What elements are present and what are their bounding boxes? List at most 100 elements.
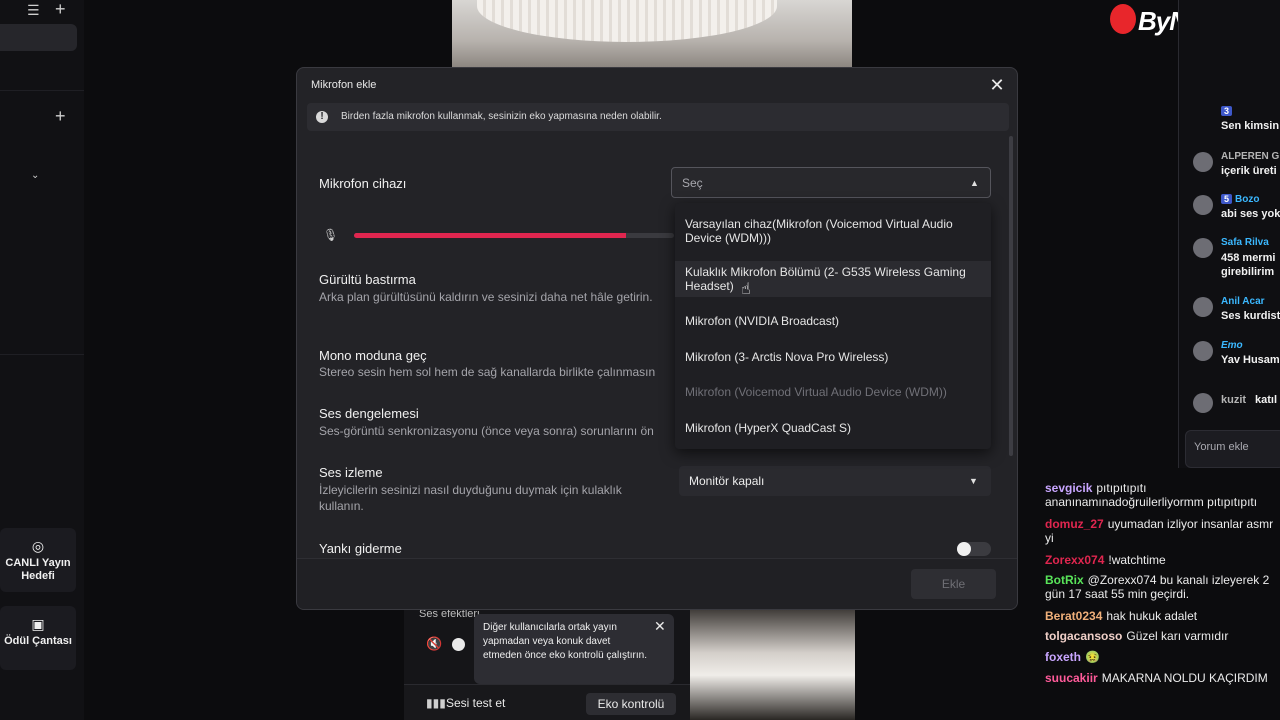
chat-message: suucakiir MAKARNA NOLDU KAÇIRDIM — [1045, 671, 1277, 685]
chat-message: sevgicik pıtıpıtıpıtı ananınamınadoğruile… — [1045, 481, 1277, 509]
device-dropdown: Varsayılan cihaz(Mikrofon (Voicemod Virt… — [675, 203, 991, 449]
chat-username[interactable]: domuz_27 — [1045, 517, 1104, 531]
chat-text: hak hukuk adalet — [1106, 609, 1198, 623]
noise-label: Gürültü bastırma — [319, 272, 416, 287]
warning-notice: ! Birden fazla mikrofon kullanmak, sesin… — [307, 103, 1009, 131]
camera-preview — [452, 0, 852, 68]
rail-panel: + ⌄ — [0, 90, 84, 355]
reward-bag-label: Ödül Çantası — [4, 635, 72, 647]
avatar — [1193, 152, 1213, 172]
chat-username[interactable]: suucakiir — [1045, 671, 1098, 685]
dropdown-option[interactable]: Kulaklık Mikrofon Bölümü (2- G535 Wirele… — [675, 261, 991, 297]
comment-item: Anil Acar Ses kurdist — [1193, 296, 1280, 332]
monitor-select[interactable]: Monitör kapalı ▼ — [679, 466, 991, 496]
chat-username[interactable]: sevgicik — [1045, 481, 1092, 495]
echo-check-button[interactable]: Eko kontrolü — [586, 693, 676, 715]
comment-text: Ses kurdist — [1221, 310, 1280, 322]
avatar — [1193, 297, 1213, 317]
add-icon[interactable]: + — [55, 0, 66, 18]
comment-author: Safa Rilva — [1221, 237, 1269, 248]
comment-item: kuzit katıl — [1193, 392, 1280, 428]
avatar — [1193, 393, 1213, 413]
avatar — [1193, 195, 1213, 215]
rail-selected-item[interactable] — [0, 24, 77, 51]
pointer-cursor-icon: ☝ — [741, 281, 751, 298]
info-icon: ! — [316, 111, 328, 123]
dropdown-option[interactable]: Mikrofon (NVIDIA Broadcast) — [675, 310, 991, 332]
comment-text: katıl — [1255, 394, 1278, 406]
comment-author: 5 Bozo — [1221, 194, 1259, 205]
sound-test-bar: ▮▮▮ Sesi test et Eko kontrolü — [404, 684, 690, 720]
mono-label: Mono moduna geç — [319, 348, 427, 363]
chat-username[interactable]: tolgacansoso — [1045, 629, 1122, 643]
lamp-shade — [477, 0, 777, 42]
chevron-down-icon: ▼ — [969, 476, 978, 486]
chat-emoji: 🤢 — [1085, 650, 1100, 664]
avatar — [1193, 238, 1213, 258]
microphone-icon: 🎙 — [323, 228, 339, 242]
mic-level-fill — [354, 233, 626, 238]
chat-username[interactable]: Zorexx074 — [1045, 553, 1104, 567]
comment-author: ALPEREN GÜ — [1221, 151, 1280, 162]
mono-desc: Stereo sesin hem sol hem de sağ kanallar… — [319, 365, 656, 379]
left-rail: ☰ + + ⌄ ◎ CANLI Yayın Hedefi ▣ Ödül Çant… — [0, 0, 84, 720]
toggle-knob — [957, 542, 971, 556]
dropdown-option[interactable]: Varsayılan cihaz(Mikrofon (Voicemod Virt… — [675, 213, 991, 249]
monitor-desc: İzleyicilerin sesinizi nasıl duyduğunu d… — [319, 483, 622, 513]
balance-label: Ses dengelemesi — [319, 406, 419, 421]
chat-text: Güzel karı varmıdır — [1126, 629, 1229, 643]
list-icon[interactable]: ☰ — [27, 1, 40, 19]
chat-message: tolgacansoso Güzel karı varmıdır — [1045, 629, 1277, 643]
device-select-value: Seç — [682, 176, 703, 190]
comment-text: içerik üreti — [1221, 165, 1277, 177]
comment-author-name: Bozo — [1235, 194, 1260, 205]
chat-panel: sevgicik pıtıpıtıpıtı ananınamınadoğruile… — [1038, 460, 1280, 720]
chat-username[interactable]: BotRix — [1045, 573, 1084, 587]
comment-text: abi ses yok — [1221, 208, 1280, 220]
device-label: Mikrofon cihazı — [319, 176, 407, 191]
chat-message: Berat0234 hak hukuk adalet — [1045, 609, 1277, 623]
comment-item: 5 Bozo abi ses yok — [1193, 194, 1280, 230]
comment-text: Sen kimsin — [1221, 120, 1280, 132]
waveform-icon: ▮▮▮ — [426, 696, 446, 710]
notice-text: Birden fazla mikrofon kullanmak, sesiniz… — [341, 111, 662, 122]
comment-author: kuzit — [1221, 394, 1247, 406]
monitor-select-value: Monitör kapalı — [689, 474, 765, 488]
chat-username[interactable]: Berat0234 — [1045, 609, 1102, 623]
comments-panel: 3 Sen kimsin ALPEREN GÜ içerik üreti 5Bo… — [1178, 0, 1280, 468]
test-sound-button[interactable]: Sesi test et — [446, 696, 505, 710]
comment-item: Emo Yav Husam — [1193, 340, 1280, 376]
reward-bag-button[interactable]: ▣ Ödül Çantası — [0, 606, 76, 670]
chat-message: domuz_27 uyumadan izliyor insanlar asmr y… — [1045, 517, 1277, 545]
avatar — [1193, 341, 1213, 361]
monitor-label: Ses izleme — [319, 465, 383, 480]
echo-toggle[interactable] — [957, 542, 991, 556]
live-goal-button[interactable]: ◎ CANLI Yayın Hedefi — [0, 528, 76, 592]
device-select[interactable]: Seç ▲ — [671, 167, 991, 198]
chat-message: Zorexx074 !watchtime — [1045, 553, 1277, 567]
comment-item: Safa Rilva 458 mermi girebilirim — [1193, 237, 1280, 287]
chevron-down-icon[interactable]: ⌄ — [31, 167, 39, 185]
close-icon[interactable]: ✕ — [654, 618, 666, 635]
level-badge: 3 — [1221, 106, 1233, 116]
chat-message: BotRix @Zorexx074 bu kanalı izleyerek 2 g… — [1045, 573, 1277, 601]
chat-message: foxeth 🤢 — [1045, 650, 1277, 664]
scrollbar[interactable] — [1009, 136, 1013, 456]
balance-desc: Ses-görüntü senkronizasyonu (önce veya s… — [319, 424, 654, 438]
mute-icon[interactable]: 🔇 — [426, 636, 442, 652]
add-panel-icon[interactable]: + — [55, 107, 66, 125]
close-icon[interactable]: ✕ — [986, 74, 1008, 96]
dropdown-option[interactable]: Mikrofon (HyperX QuadCast S) — [675, 417, 991, 439]
live-goal-label: CANLI Yayın Hedefi — [5, 557, 71, 582]
chat-text: MAKARNA NOLDU KAÇIRDIM — [1101, 671, 1268, 685]
comment-item: ALPEREN GÜ içerik üreti — [1193, 151, 1280, 187]
dropdown-option: Mikrofon (Voicemod Virtual Audio Device … — [685, 385, 947, 399]
volume-slider-handle[interactable] — [452, 638, 465, 651]
level-badge: 5 — [1221, 194, 1233, 204]
modal-footer: Ekle — [297, 558, 1017, 609]
dropdown-option[interactable]: Mikrofon (3- Arctis Nova Pro Wireless) — [675, 346, 991, 368]
add-microphone-modal: Mikrofon ekle ✕ ! Birden fazla mikrofon … — [296, 67, 1018, 610]
chat-username[interactable]: foxeth — [1045, 650, 1081, 664]
add-button[interactable]: Ekle — [911, 569, 996, 599]
comment-text: Yav Husam — [1221, 354, 1280, 366]
